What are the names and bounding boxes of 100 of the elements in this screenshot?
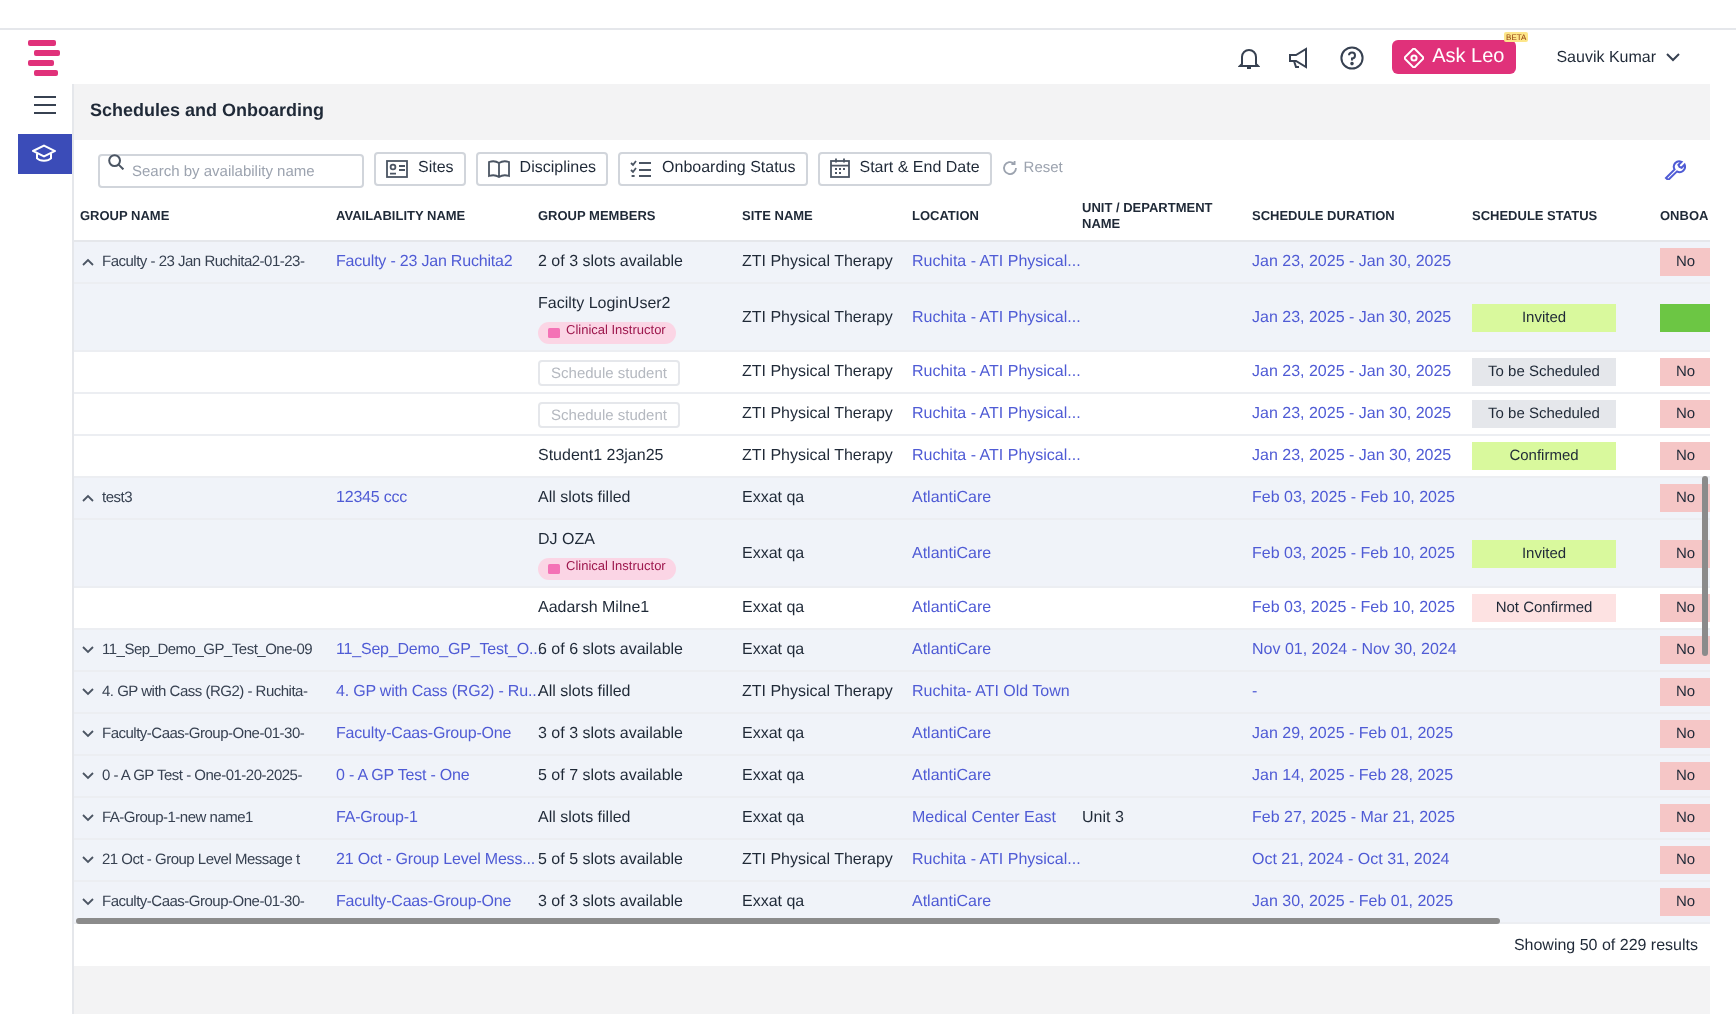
user-menu[interactable]: Sauvik Kumar [1556,45,1680,69]
page-title: Schedules and Onboarding [88,98,327,125]
filter-button[interactable]: Sites [374,151,466,185]
date-range: Jan 23, 2025 - Jan 30, 2025 [1252,362,1452,380]
slots-text: 6 of 6 slots available [538,640,683,658]
date-range: Jan 23, 2025 - Jan 30, 2025 [1252,404,1452,422]
sidebar-item[interactable] [17,134,71,174]
date-range: Oct 21, 2024 - Oct 31, 2024 [1252,850,1450,868]
chevron-down-icon[interactable] [82,896,94,908]
chevron-up-icon[interactable] [82,492,94,504]
site-name: ZTI Physical Therapy [742,404,893,422]
location-link[interactable]: Ruchita - ATI Physical... [912,850,1081,868]
chevron-down-icon[interactable] [82,812,94,824]
location-link[interactable]: Medical Center East [912,808,1057,826]
sparkle-icon [1404,47,1425,67]
site-name: Exxat qa [742,766,805,784]
site-name: Exxat qa [742,808,805,826]
availability-link[interactable]: 0 - A GP Test - One [336,766,470,784]
chevron-down-icon[interactable] [82,644,94,656]
slots-text: 5 of 7 slots available [538,766,683,784]
unit-name: Unit 3 [1082,808,1124,826]
date-range: - [1252,682,1258,700]
refresh-icon [1001,160,1018,176]
horizontal-scrollbar[interactable] [76,918,1500,924]
wrench-icon[interactable] [1664,157,1686,179]
results-count: Showing 50 of 229 results [1513,933,1698,957]
site-name: Exxat qa [742,892,805,910]
date-range: Feb 03, 2025 - Feb 10, 2025 [1252,488,1455,506]
location-link[interactable]: AtlantiCare [912,598,992,616]
calendar-icon [829,158,850,178]
site-name: ZTI Physical Therapy [742,446,893,464]
date-range: Jan 23, 2025 - Jan 30, 2025 [1252,307,1452,325]
slots-text: All slots filled [538,808,631,826]
member-name: Aadarsh Milne1 [538,596,650,620]
member-name: DJ OZA [538,527,595,551]
slots-text: 5 of 5 slots available [538,850,683,868]
location-link[interactable]: AtlantiCare [912,488,992,506]
location-link[interactable]: Ruchita - ATI Physical... [912,252,1081,270]
filter-button[interactable]: Onboarding Status [618,151,808,185]
availability-link[interactable]: FA-Group-1 [336,808,418,826]
megaphone-icon[interactable] [1288,45,1313,69]
member-name: Facilty LoginUser2 [538,291,671,315]
filter-button[interactable]: Disciplines [475,151,609,185]
site-name: ZTI Physical Therapy [742,307,893,325]
date-range: Jan 23, 2025 - Jan 30, 2025 [1252,252,1452,270]
date-range: Feb 27, 2025 - Mar 21, 2025 [1252,808,1455,826]
date-range: Jan 29, 2025 - Feb 01, 2025 [1252,724,1454,742]
site-name: ZTI Physical Therapy [742,252,893,270]
availability-link[interactable]: Faculty-Caas-Group-One [336,724,512,742]
ask-leo-button[interactable]: Ask Leo [1392,40,1517,74]
site-name: Exxat qa [742,543,805,561]
location-link[interactable]: AtlantiCare [912,724,992,742]
location-link[interactable]: Ruchita - ATI Physical... [912,446,1081,464]
location-link[interactable]: Ruchita - ATI Physical... [912,362,1081,380]
date-range: Jan 30, 2025 - Feb 01, 2025 [1252,892,1454,910]
location-link[interactable]: AtlantiCare [912,766,992,784]
chevron-down-icon [1666,52,1680,62]
chevron-down-icon[interactable] [82,686,94,698]
location-link[interactable]: Ruchita - ATI Physical... [912,404,1081,422]
book-icon [487,159,510,177]
location-link[interactable]: AtlantiCare [912,640,992,658]
availability-link[interactable]: 21 Oct - Group Level Mess... [336,850,535,868]
date-range: Jan 14, 2025 - Feb 28, 2025 [1252,766,1454,784]
availability-link[interactable]: 11_Sep_Demo_GP_Test_O... [336,640,542,658]
member-name: Student1 23jan25 [538,444,664,468]
availability-link[interactable]: Faculty - 23 Jan Ruchita2 [336,252,513,270]
availability-link[interactable]: Faculty-Caas-Group-One [336,892,512,910]
location-link[interactable]: Ruchita - ATI Physical... [912,307,1081,325]
filter-button[interactable]: Start & End Date [817,151,992,185]
site-name: Exxat qa [742,488,805,506]
location-link[interactable]: AtlantiCare [912,543,992,561]
date-range: Feb 03, 2025 - Feb 10, 2025 [1252,543,1455,561]
site-name: Exxat qa [742,724,805,742]
slots-text: All slots filled [538,682,631,700]
site-name: ZTI Physical Therapy [742,682,893,700]
help-icon[interactable] [1340,45,1365,69]
site-name: ZTI Physical Therapy [742,850,893,868]
search-icon [108,154,124,170]
graduation-cap-icon [32,144,56,164]
menu-icon[interactable] [33,96,55,114]
slots-text: 2 of 3 slots available [538,252,683,270]
date-range: Nov 01, 2024 - Nov 30, 2024 [1252,640,1457,658]
site-name: Exxat qa [742,598,805,616]
bell-icon[interactable] [1238,45,1261,69]
site-name: ZTI Physical Therapy [742,362,893,380]
logo-icon [28,39,60,75]
availability-link[interactable]: 12345 ccc [336,488,408,506]
chevron-down-icon[interactable] [82,854,94,866]
slots-text: 3 of 3 slots available [538,724,683,742]
chevron-up-icon[interactable] [82,256,94,268]
date-range: Jan 23, 2025 - Jan 30, 2025 [1252,446,1452,464]
location-link[interactable]: AtlantiCare [912,892,992,910]
chevron-down-icon[interactable] [82,770,94,782]
checklist-icon [630,159,653,177]
site-name: Exxat qa [742,640,805,658]
location-link[interactable]: Ruchita- ATI Old Town [912,682,1070,700]
date-range: Feb 03, 2025 - Feb 10, 2025 [1252,598,1455,616]
vertical-scrollbar[interactable] [1702,476,1708,656]
slots-text: All slots filled [538,488,631,506]
chevron-down-icon[interactable] [82,728,94,740]
